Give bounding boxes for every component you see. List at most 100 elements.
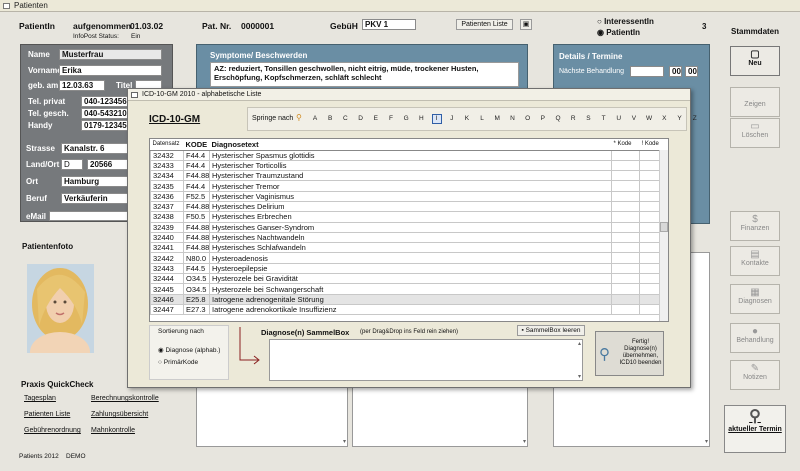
table-row[interactable]: 32442 N80.0 Hysteroadenosis	[150, 252, 668, 264]
cell-datensatz: 32445	[150, 283, 184, 295]
scroll-down-icon-right[interactable]: ▾	[705, 438, 708, 445]
sammel-scroll-down-icon[interactable]: ▾	[578, 373, 581, 380]
col-stern-kode[interactable]: * Kode	[611, 139, 640, 151]
diagnosen-button[interactable]: ▦ Diagnosen	[730, 284, 780, 314]
geb-field[interactable]: 12.03.63	[59, 80, 105, 91]
link-berechnungskontrolle[interactable]: Berechnungskontrolle	[91, 395, 159, 402]
behandlung-button[interactable]: ● Behandlung	[730, 323, 780, 353]
jump-letter-e[interactable]: E	[371, 114, 381, 124]
jump-letter-g[interactable]: G	[401, 114, 411, 124]
loeschen-button[interactable]: ▭ Löschen	[730, 118, 780, 148]
jump-letter-w[interactable]: W	[644, 114, 654, 124]
table-row[interactable]: 32445 O34.5 Hysterozele bei Schwangerschaf…	[150, 283, 668, 295]
printer-icon[interactable]: ▣	[520, 19, 532, 30]
table-scrollbar[interactable]	[659, 150, 668, 321]
cell-stern	[611, 231, 640, 244]
sort-radio-primaer[interactable]: ○ PrimärKode	[158, 359, 198, 366]
table-row[interactable]: 32433 F44.4 Hysterischer Torticollis	[150, 159, 668, 172]
table-row[interactable]: 32435 F44.4 Hysterischer Tremor	[150, 180, 668, 192]
plz-field[interactable]: 20566	[87, 159, 129, 170]
table-row[interactable]: 32438 F50.5 Hysterisches Erbrechen	[150, 211, 668, 223]
fertig-button[interactable]: ⚲ Fertig! Diagnose(n) übernehmen, ICD10 …	[595, 331, 664, 376]
zeigen-button[interactable]: Zeigen	[730, 87, 780, 117]
jump-letter-s[interactable]: S	[583, 114, 593, 124]
name-field[interactable]: Musterfrau	[59, 49, 162, 60]
table-row[interactable]: 32443 F44.5 Hysteroepilepsie	[150, 262, 668, 275]
jump-letter-o[interactable]: O	[523, 114, 533, 124]
aktueller-termin-button[interactable]: ⚲ aktueller Termin	[724, 405, 786, 453]
vorname-field[interactable]: Erika	[59, 65, 162, 76]
col-kreuz-kode[interactable]: ! Kode	[639, 139, 664, 151]
jump-letter-d[interactable]: D	[356, 114, 366, 124]
link-mahnkontrolle[interactable]: Mahnkontrolle	[91, 427, 135, 434]
naechste-date-field[interactable]	[630, 66, 664, 77]
table-row[interactable]: 32432 F44.4 Hysterischer Spasmus glottidis	[150, 149, 668, 161]
jump-letter-x[interactable]: X	[659, 114, 669, 124]
link-patienten-liste[interactable]: Patienten Liste	[24, 411, 70, 418]
jump-letter-z[interactable]: Z	[690, 114, 700, 124]
jump-letter-p[interactable]: P	[538, 114, 548, 124]
table-row[interactable]: 32447 E27.3 Iatrogene adrenokortikale Insu…	[150, 303, 668, 316]
kontakte-button[interactable]: ▤ Kontakte	[730, 246, 780, 276]
naechste-minute-field[interactable]: 00	[685, 66, 698, 77]
jump-letter-l[interactable]: L	[477, 114, 487, 124]
jump-letter-u[interactable]: U	[614, 114, 624, 124]
beruf-field[interactable]: Verkäuferin	[61, 193, 129, 204]
notizen-button[interactable]: ✎ Notizen	[730, 360, 780, 390]
scroll-down-icon-mid[interactable]: ▾	[523, 438, 526, 445]
sammel-scroll-up-icon[interactable]: ▴	[578, 340, 581, 347]
sort-radio-diagnose[interactable]: ◉ Diagnose (alphab.)	[158, 346, 220, 354]
jump-letter-c[interactable]: C	[340, 114, 350, 124]
col-diagnosetext[interactable]: Diagnosetext	[209, 139, 612, 151]
table-row[interactable]: 32441 F44.88 Hysterisches Schlafwandeln	[150, 242, 668, 254]
land-field[interactable]: D	[61, 159, 83, 170]
jump-letter-t[interactable]: T	[599, 114, 609, 124]
jump-letter-i[interactable]: I	[431, 114, 442, 124]
jump-letter-m[interactable]: M	[492, 114, 502, 124]
col-datensatz[interactable]: Datensatz	[150, 139, 184, 151]
table-row[interactable]: 32437 F44.88 Hysterisches Delirium	[150, 200, 668, 213]
tel-privat-field[interactable]: 040-123456	[81, 96, 129, 107]
table-row[interactable]: 32436 F52.5 Hysterischer Vaginismus	[150, 190, 668, 202]
tel-gesch-field[interactable]: 040-543210	[81, 108, 129, 119]
ort-field[interactable]: Hamburg	[61, 176, 129, 187]
col-kode[interactable]: KODE	[183, 139, 210, 151]
link-zahlungsuebersicht[interactable]: Zahlungsübersicht	[91, 411, 148, 418]
sammelbox-area[interactable]: ▴ ▾	[269, 339, 583, 381]
search-icon[interactable]: ⚲	[296, 113, 302, 122]
table-row[interactable]: 32440 F44.88 Hysterisches Nachtwandeln	[150, 231, 668, 244]
gebuehr-field[interactable]: PKV 1	[362, 19, 416, 30]
jump-letter-k[interactable]: K	[462, 114, 472, 124]
jump-letter-h[interactable]: H	[416, 114, 426, 124]
strasse-field[interactable]: Kanalstr. 6	[61, 143, 129, 154]
handy-field[interactable]: 0179-12345	[81, 120, 129, 131]
trash-icon: ▭	[750, 121, 760, 132]
jump-letter-r[interactable]: R	[568, 114, 578, 124]
table-row[interactable]: 32444 O34.5 Hysterozele bei Gravidität	[150, 273, 668, 285]
table-row[interactable]: 32439 F44.88 Hysterisches Ganser-Syndrom	[150, 221, 668, 233]
jump-letter-j[interactable]: J	[447, 114, 457, 124]
jump-letter-v[interactable]: V	[629, 114, 639, 124]
jump-letter-b[interactable]: B	[325, 114, 335, 124]
jump-letter-y[interactable]: Y	[675, 114, 685, 124]
jump-letter-q[interactable]: Q	[553, 114, 563, 124]
naechste-hour-field[interactable]: 00	[669, 66, 682, 77]
link-gebuehrenordnung[interactable]: Gebührenordnung	[24, 427, 81, 434]
jump-letter-n[interactable]: N	[507, 114, 517, 124]
table-row[interactable]: 32434 F44.88 Hysterischer Traumzustand	[150, 170, 668, 182]
patienten-liste-button[interactable]: Patienten Liste	[456, 19, 513, 30]
scrollbar-thumb[interactable]	[660, 222, 668, 232]
neu-label: Neu	[748, 60, 762, 67]
email-field[interactable]	[49, 211, 129, 221]
jump-letter-a[interactable]: A	[310, 114, 320, 124]
neu-button[interactable]: ▢ Neu	[730, 46, 780, 76]
table-row[interactable]: 32446 E25.8 Iatrogene adrenogenitale Störu…	[150, 293, 668, 305]
link-tagesplan[interactable]: Tagesplan	[24, 395, 56, 402]
finanzen-button[interactable]: $ Finanzen	[730, 211, 780, 241]
radio-patient[interactable]: ◉ PatientIn	[597, 28, 640, 37]
jump-letter-f[interactable]: F	[386, 114, 396, 124]
sammelbox-clear-button[interactable]: ▪ SammelBox leeren	[517, 325, 585, 336]
symptome-text[interactable]: AZ: reduziert, Tonsillen geschwollen, ni…	[210, 62, 519, 87]
radio-interessent[interactable]: ○ InteressentIn	[597, 17, 654, 26]
scroll-down-icon-left[interactable]: ▾	[343, 438, 346, 445]
